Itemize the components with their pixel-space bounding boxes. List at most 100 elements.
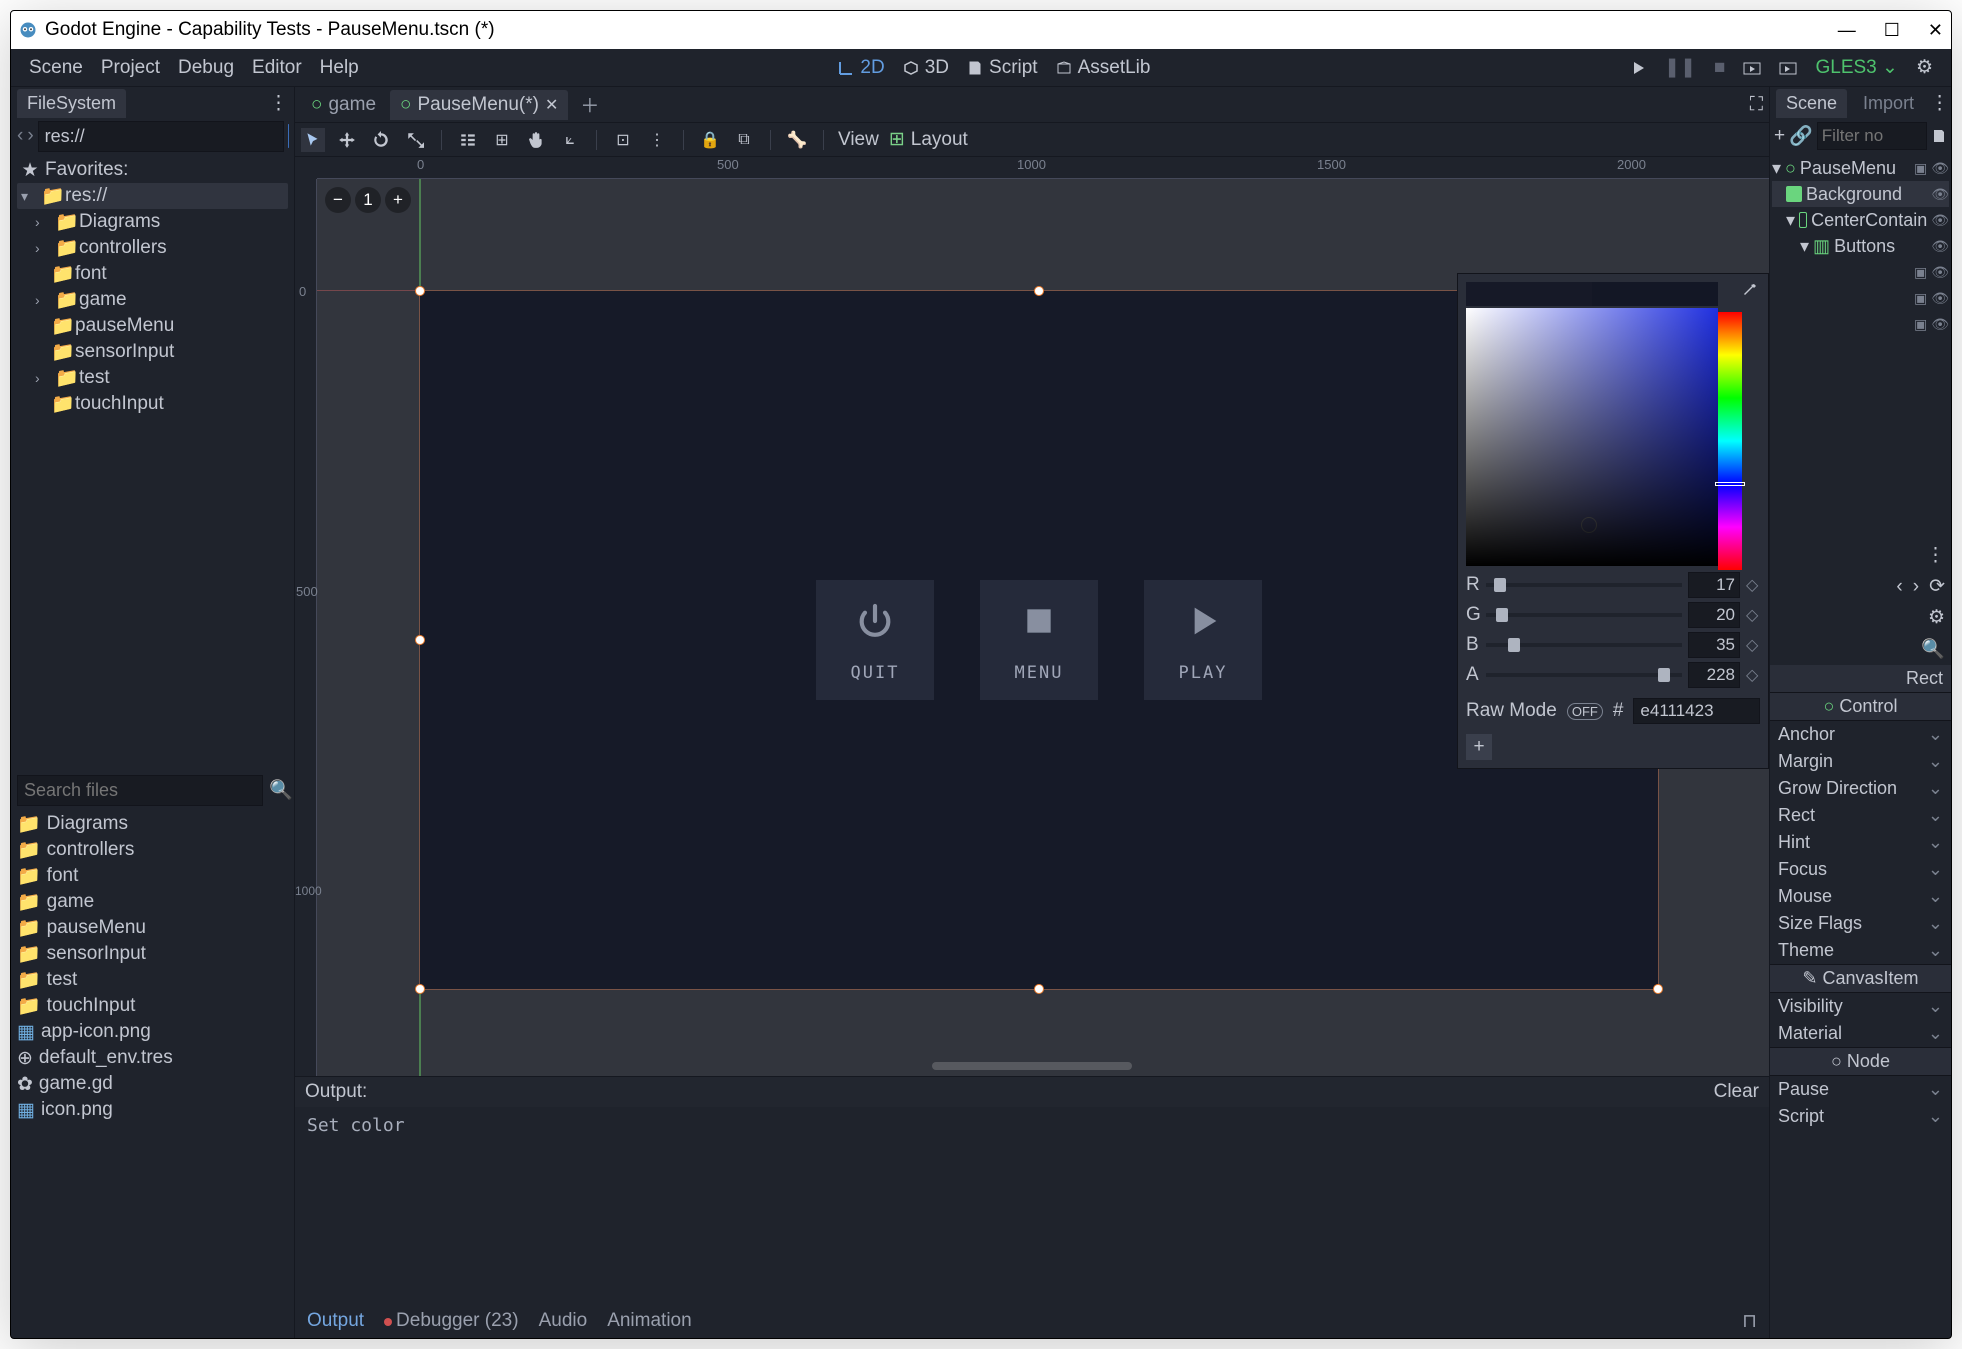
file-item[interactable]: 📁test (17, 967, 288, 993)
move-tool[interactable] (335, 128, 359, 152)
forward-button[interactable]: › (27, 125, 33, 147)
r-slider[interactable] (1486, 583, 1682, 587)
search-icon[interactable]: 🔍 (269, 778, 293, 802)
node-centercontainer[interactable]: ▾CenterContain👁 (1772, 207, 1949, 233)
zoom-in-button[interactable]: + (385, 187, 411, 213)
prop-pause[interactable]: Pause⌄ (1770, 1076, 1951, 1103)
select-tool[interactable] (301, 128, 325, 152)
add-swatch-button[interactable]: + (1466, 734, 1492, 760)
prop-material[interactable]: Material⌄ (1770, 1020, 1951, 1047)
node-background[interactable]: Background👁 (1772, 181, 1949, 207)
prop-focus[interactable]: Focus⌄ (1770, 856, 1951, 883)
add-node-button[interactable]: + (1774, 125, 1785, 147)
raw-mode-toggle[interactable]: OFF (1567, 703, 1603, 720)
settings-icon[interactable]: ⚙ (1916, 56, 1933, 79)
inspector-back[interactable]: ‹ (1896, 576, 1902, 598)
layout-menu[interactable]: ⊞Layout (889, 128, 968, 151)
menu-help[interactable]: Help (320, 57, 359, 79)
tab-debugger[interactable]: Debugger (23) (384, 1310, 519, 1332)
clear-button[interactable]: Clear (1714, 1081, 1759, 1103)
game-quit-button[interactable]: QUIT (816, 580, 934, 700)
distraction-free-icon[interactable]: ⛶ (1750, 94, 1763, 116)
game-play-button[interactable]: PLAY (1144, 580, 1262, 700)
file-item[interactable]: ✿game.gd (17, 1071, 288, 1097)
hue-slider[interactable] (1718, 312, 1742, 570)
list-select-tool[interactable] (456, 128, 480, 152)
prop-hint[interactable]: Hint⌄ (1770, 829, 1951, 856)
folder-diagrams[interactable]: ›📁Diagrams (17, 209, 288, 235)
folder-game[interactable]: ›📁game (17, 287, 288, 313)
menu-editor[interactable]: Editor (252, 57, 302, 79)
play-custom-button[interactable] (1779, 60, 1797, 76)
file-item[interactable]: ▦icon.png (17, 1097, 288, 1123)
horizontal-scrollbar[interactable] (932, 1062, 1132, 1070)
close-button[interactable]: ✕ (1928, 20, 1943, 41)
ruler-tool[interactable]: ⟀ (558, 128, 582, 152)
a-slider[interactable] (1486, 673, 1682, 677)
menu-project[interactable]: Project (101, 57, 160, 79)
stop-button[interactable]: ■ (1714, 57, 1725, 79)
folder-sensorinput[interactable]: 📁sensorInput (17, 339, 288, 365)
new-tab-button[interactable]: ＋ (572, 91, 607, 118)
scene-tab-pausemenu[interactable]: ○PauseMenu(*)✕ (390, 90, 568, 120)
folder-test[interactable]: ›📁test (17, 365, 288, 391)
file-item[interactable]: 📁touchInput (17, 993, 288, 1019)
prop-grow[interactable]: Grow Direction⌄ (1770, 775, 1951, 802)
file-item[interactable]: 📁controllers (17, 837, 288, 863)
node-buttons[interactable]: ▾▥Buttons👁 (1772, 233, 1949, 259)
prop-rect-top[interactable]: Rect (1770, 665, 1951, 692)
group-tool[interactable]: ⧉ (732, 128, 756, 152)
b-slider[interactable] (1486, 643, 1682, 647)
close-tab-icon[interactable]: ✕ (545, 95, 558, 115)
scale-tool[interactable] (403, 128, 427, 152)
inspector-history[interactable]: ⟳ (1929, 575, 1945, 598)
bottom-panel-icon[interactable]: ⊓ (1742, 1310, 1757, 1333)
minimize-button[interactable]: — (1838, 20, 1856, 41)
prop-anchor[interactable]: Anchor⌄ (1770, 721, 1951, 748)
saturation-value-picker[interactable] (1466, 308, 1718, 566)
prop-sizeflags[interactable]: Size Flags⌄ (1770, 910, 1951, 937)
maximize-button[interactable]: ☐ (1884, 20, 1900, 41)
file-item[interactable]: 📁game (17, 889, 288, 915)
import-dock-tab[interactable]: Import (1853, 89, 1924, 118)
g-value[interactable]: 20 (1688, 602, 1740, 628)
a-value[interactable]: 228 (1688, 662, 1740, 688)
file-item[interactable]: 📁pauseMenu (17, 915, 288, 941)
attach-script-icon[interactable] (1931, 128, 1947, 144)
inspector-tools-icon[interactable]: ⚙ (1928, 606, 1945, 629)
scene-tab-game[interactable]: ○game (301, 90, 386, 120)
inspector-search-icon[interactable]: 🔍 (1921, 637, 1945, 661)
r-value[interactable]: 17 (1688, 572, 1740, 598)
viewport[interactable]: 0 500 1000 1500 2000 0 500 1000 − 1 + (295, 157, 1769, 1076)
b-value[interactable]: 35 (1688, 632, 1740, 658)
folder-root[interactable]: ▾📁res:// (17, 183, 288, 209)
snap-tool[interactable]: ⊞ (490, 128, 514, 152)
search-files-input[interactable] (17, 775, 263, 806)
folder-font[interactable]: 📁font (17, 261, 288, 287)
g-slider[interactable] (1486, 613, 1682, 617)
file-item[interactable]: ⊕default_env.tres (17, 1045, 288, 1071)
prop-script[interactable]: Script⌄ (1770, 1103, 1951, 1130)
prop-theme[interactable]: Theme⌄ (1770, 937, 1951, 964)
zoom-reset-button[interactable]: 1 (355, 187, 381, 213)
renderer-dropdown[interactable]: GLES3 ⌄ (1815, 56, 1897, 79)
menu-scene[interactable]: Scene (29, 57, 83, 79)
dock-menu-icon[interactable]: ⋮ (1926, 544, 1945, 567)
hex-input[interactable]: e4111423 (1633, 698, 1760, 724)
folder-controllers[interactable]: ›📁controllers (17, 235, 288, 261)
file-item[interactable]: 📁Diagrams (17, 811, 288, 837)
link-node-button[interactable]: 🔗 (1789, 124, 1813, 148)
pause-button[interactable]: ❚❚ (1664, 56, 1696, 79)
back-button[interactable]: ‹ (17, 125, 23, 147)
scene-dock-tab[interactable]: Scene (1776, 89, 1847, 118)
tab-animation[interactable]: Animation (607, 1310, 692, 1332)
bone-tool[interactable]: 🦴 (785, 128, 809, 152)
lock-tool[interactable]: 🔒 (698, 128, 722, 152)
pan-tool[interactable] (524, 128, 548, 152)
game-menu-button[interactable]: MENU (980, 580, 1098, 700)
scene-filter-input[interactable] (1817, 122, 1927, 150)
file-item[interactable]: 📁sensorInput (17, 941, 288, 967)
dock-menu-icon[interactable]: ⋮ (1930, 92, 1949, 115)
zoom-out-button[interactable]: − (325, 187, 351, 213)
node-child[interactable]: ▣👁 (1772, 311, 1949, 337)
